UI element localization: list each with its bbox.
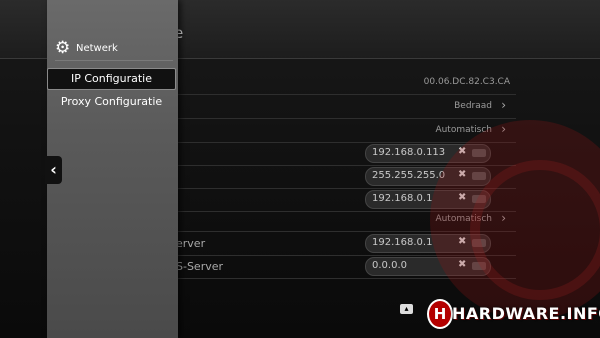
sidebar-title: Netwerk (76, 43, 118, 54)
secondary-dns-text: 0.0.0.0 (372, 260, 407, 271)
sidebar-item-label: IP Configuratie (70, 72, 153, 85)
row-label: erver (176, 237, 206, 250)
lock-icon: ▴ (400, 304, 413, 314)
row-label: S-Server (176, 260, 224, 273)
setting-row-mac: 00.06.DC.82.C3.CA (176, 71, 516, 95)
watermark-ring (470, 160, 600, 300)
setting-row-ip-mode[interactable]: Automatisch › (176, 119, 516, 143)
gateway-text: 192.168.0.1 (372, 193, 433, 204)
primary-dns-text: 192.168.0.1 (372, 237, 433, 248)
setting-row-connection-type[interactable]: Bedraad › (176, 95, 516, 119)
mac-address-value: 00.06.DC.82.C3.CA (423, 77, 510, 87)
ip-address-text: 192.168.0.113 (372, 147, 446, 158)
sidebar-item-ip-configuratie[interactable]: IP Configuratie (47, 68, 176, 90)
sidebar-header: ⚙ Netwerk (55, 38, 173, 61)
sidebar-item-label: Proxy Configuratie (60, 95, 163, 108)
gear-icon: ⚙ (55, 38, 71, 58)
watermark-text: HARDWARE.INFO (452, 304, 600, 323)
subnet-mask-text: 255.255.255.0 (372, 170, 446, 181)
connection-type-value: Bedraad (454, 101, 492, 111)
sidebar: ⚙ Netwerk IP Configuratie Proxy Configur… (47, 0, 178, 338)
sidebar-item-proxy-configuratie[interactable]: Proxy Configuratie (47, 92, 176, 112)
chevron-left-icon[interactable]: ‹ (45, 156, 62, 184)
hardware-info-logo: H (427, 299, 453, 329)
chevron-right-icon: › (501, 98, 506, 112)
